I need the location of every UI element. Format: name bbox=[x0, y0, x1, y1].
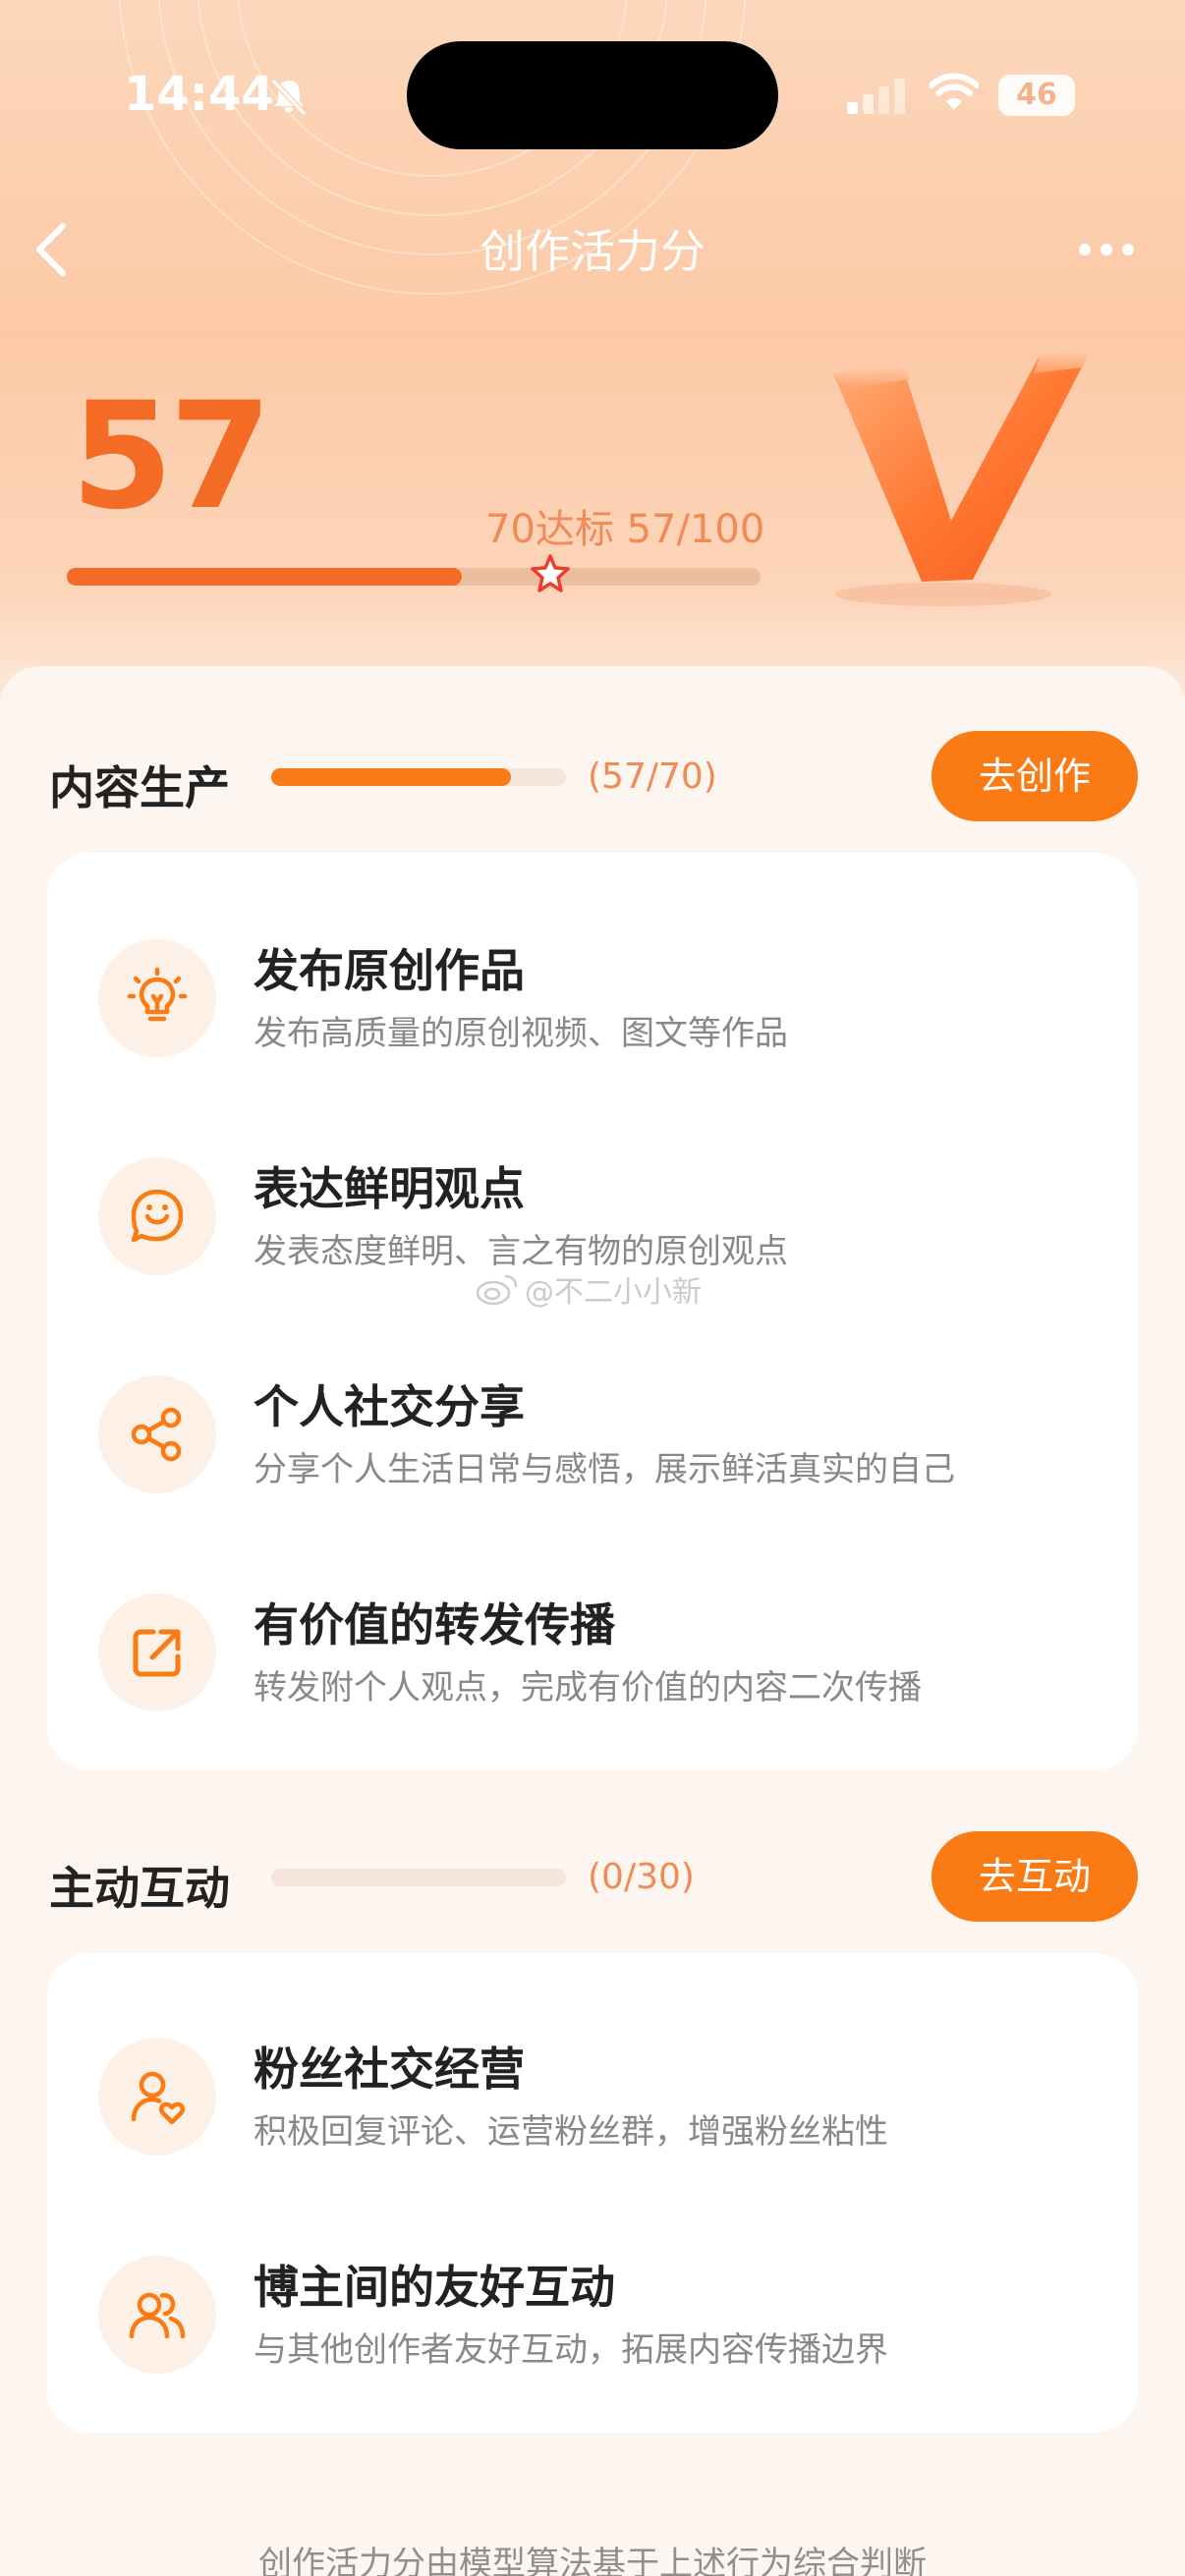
go-interact-button[interactable]: 去互动 bbox=[931, 1831, 1138, 1922]
item-desc: 分享个人生活日常与感悟，展示鲜活真实的自己 bbox=[254, 1450, 955, 1489]
status-time: 14:44 bbox=[124, 67, 274, 122]
item-desc: 发布高质量的原创视频、图文等作品 bbox=[254, 1014, 788, 1053]
section-progress-fill bbox=[271, 768, 512, 786]
item-title: 表达鲜明观点 bbox=[254, 1162, 525, 1215]
section-count: (57/70) bbox=[588, 756, 717, 797]
section-progress-track bbox=[271, 768, 566, 786]
section-content-header: 内容生产 (57/70) 去创作 bbox=[49, 731, 1138, 821]
section-count: (0/30) bbox=[588, 1857, 695, 1897]
target-star-icon bbox=[531, 554, 570, 592]
watermark: @不二小小新 bbox=[476, 1267, 702, 1311]
item-desc: 发表态度鲜明、言之有物的原创观点 bbox=[254, 1232, 788, 1271]
section-interact-header: 主动互动 (0/30) 去互动 bbox=[49, 1831, 1138, 1922]
signal-icon bbox=[847, 79, 905, 114]
score-progress-fill bbox=[67, 568, 463, 586]
interact-card: 粉丝社交经营 积极回复评论、运营粉丝群，增强粉丝粘性 博主间的友好互动 与其他创… bbox=[47, 1953, 1138, 2433]
item-desc: 与其他创作者友好互动，拓展内容传播边界 bbox=[254, 2330, 888, 2370]
list-item[interactable]: 有价值的转发传播 转发附个人观点，完成有价值的内容二次传播 bbox=[47, 1570, 1138, 1727]
battery-indicator: 46 bbox=[998, 75, 1075, 116]
list-item[interactable]: 博主间的友好互动 与其他创作者友好互动，拓展内容传播边界 bbox=[47, 2232, 1138, 2389]
item-title: 发布原创作品 bbox=[254, 944, 525, 997]
list-item[interactable]: 发布原创作品 发布高质量的原创视频、图文等作品 bbox=[47, 916, 1138, 1073]
share-icon bbox=[98, 1375, 216, 1493]
item-title: 个人社交分享 bbox=[254, 1380, 525, 1433]
section-title: 主动互动 bbox=[49, 1862, 230, 1915]
page-title: 创作活力分 bbox=[480, 225, 705, 278]
score-target-text: 70达标 57/100 bbox=[485, 507, 765, 552]
item-desc: 积极回复评论、运营粉丝群，增强粉丝粘性 bbox=[254, 2112, 888, 2152]
content-card: 发布原创作品 发布高质量的原创视频、图文等作品 表达鲜明观点 发表态度鲜明、言之… bbox=[47, 853, 1138, 1770]
forward-icon bbox=[98, 1594, 216, 1711]
wifi-icon bbox=[930, 73, 979, 110]
vitality-score: 57 bbox=[71, 371, 272, 542]
footer-note: 创作活力分由模型算法基于上述行为综合判断 bbox=[258, 2545, 927, 2576]
section-progress-track bbox=[271, 1869, 566, 1886]
section-title: 内容生产 bbox=[49, 761, 230, 814]
more-options-icon[interactable] bbox=[1079, 244, 1134, 255]
go-create-button[interactable]: 去创作 bbox=[931, 731, 1138, 821]
score-progress-track bbox=[67, 568, 761, 586]
item-title: 有价值的转发传播 bbox=[254, 1598, 615, 1652]
weibo-logo-icon bbox=[476, 1274, 518, 1306]
item-title: 粉丝社交经营 bbox=[254, 2043, 525, 2096]
list-item[interactable]: 个人社交分享 分享个人生活日常与感悟，展示鲜活真实的自己 bbox=[47, 1352, 1138, 1509]
dynamic-island bbox=[407, 41, 778, 149]
bell-muted-icon bbox=[270, 78, 308, 117]
item-desc: 转发附个人观点，完成有价值的内容二次传播 bbox=[254, 1668, 922, 1708]
user-heart-icon bbox=[98, 2038, 216, 2156]
v-badge-icon bbox=[833, 350, 1091, 606]
smile-bubble-icon bbox=[98, 1157, 216, 1275]
watermark-text: @不二小小新 bbox=[525, 1275, 702, 1310]
list-item[interactable]: 粉丝社交经营 积极回复评论、运营粉丝群，增强粉丝粘性 bbox=[47, 2014, 1138, 2171]
users-icon bbox=[98, 2256, 216, 2374]
item-title: 博主间的友好互动 bbox=[254, 2261, 615, 2314]
lightbulb-icon bbox=[98, 939, 216, 1057]
